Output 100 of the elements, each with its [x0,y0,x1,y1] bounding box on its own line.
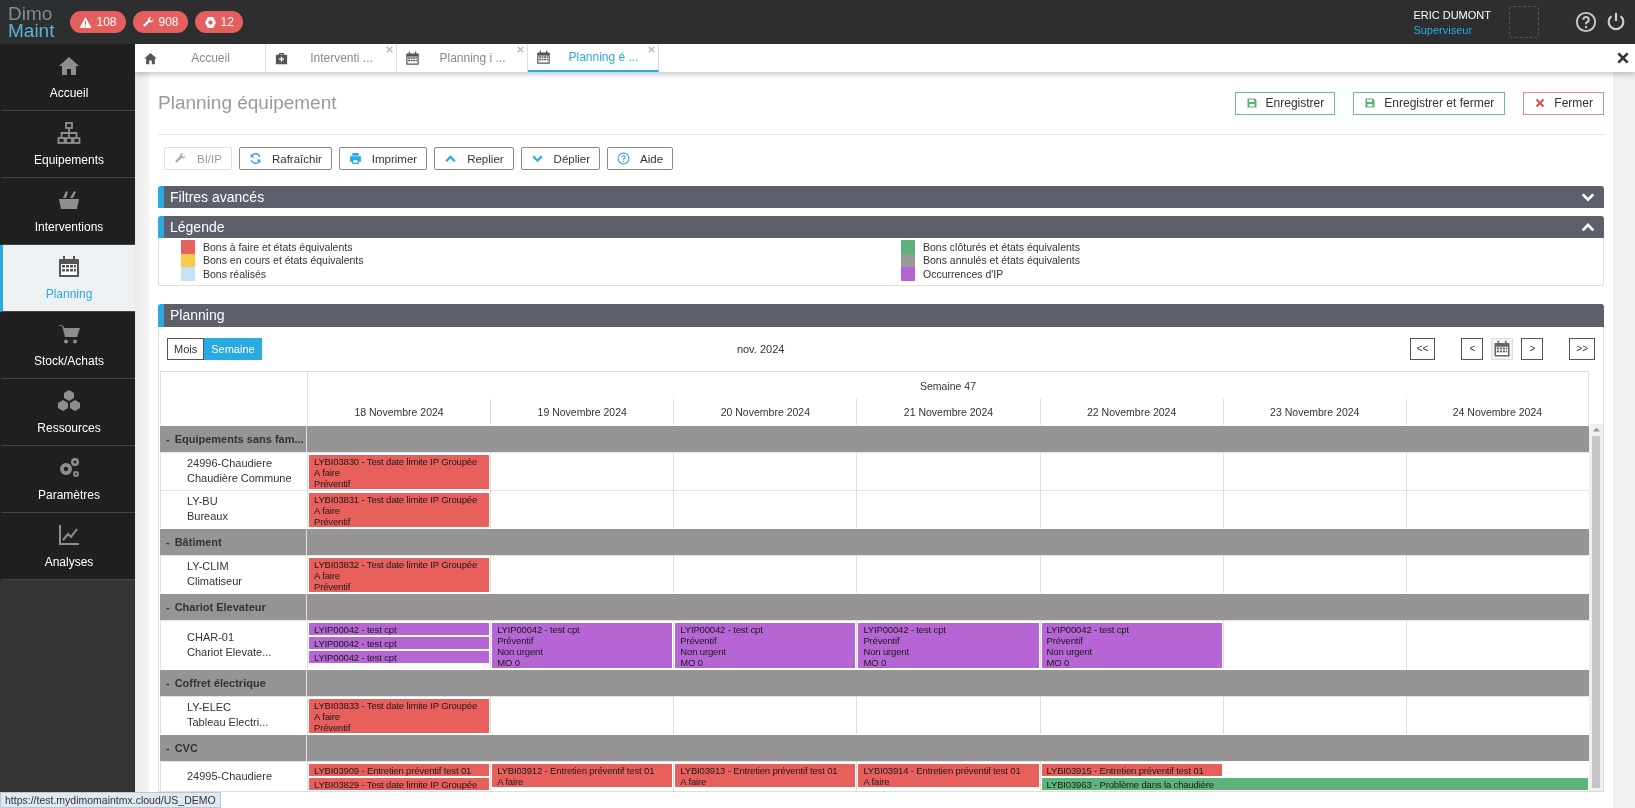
save-button[interactable]: Enregistrer et fermer [1353,91,1506,115]
tab[interactable]: Interventi ... [266,44,397,72]
planning-event[interactable]: LYIP00042 - test cpt [309,622,490,635]
sidebar-item[interactable]: Paramètres [0,446,135,513]
toolbar-button[interactable]: Imprimer [338,147,428,170]
scrollbar[interactable] [1589,423,1603,791]
nav-button[interactable]: >> [1569,337,1595,360]
nav-button[interactable]: < [1461,337,1484,360]
grid-cell[interactable] [856,489,1040,528]
toolbar-button[interactable]: Aide [607,147,674,170]
sidebar-item[interactable]: Ressources [0,379,135,446]
sidebar-item[interactable]: Analyses [0,513,135,580]
day-header: 22 Novembre 2024 [1039,398,1223,425]
group-name: Coffret électrique [174,676,266,689]
scroll-up-icon[interactable] [1592,426,1600,432]
collapse-toggle[interactable]: - [166,741,170,754]
planning-event[interactable]: LYBI03915 - Entretien préventif test 01 [1041,763,1222,776]
collapse-toggle[interactable]: - [166,676,170,689]
sidebar-item[interactable]: Stock/Achats [0,312,135,379]
group-row[interactable]: - Bâtiment [160,527,1589,555]
collapse-toggle[interactable]: - [166,432,170,445]
group-row[interactable]: - Chariot Elevateur [160,592,1589,620]
grid-cell[interactable] [856,451,1040,490]
grid-cell[interactable] [490,489,674,528]
sidebar-item[interactable]: Accueil [0,44,135,111]
page-title: Planning équipement [158,92,338,114]
notification-badge[interactable]: 108 [70,11,126,33]
group-row[interactable]: - Coffret électrique [160,668,1589,696]
grid-cell[interactable] [1222,619,1406,669]
grid-cell[interactable] [1039,451,1223,490]
grid-cell[interactable] [1222,695,1406,734]
panel-header[interactable]: Filtres avancés [158,186,1604,208]
close-button[interactable]: Fermer [1523,91,1604,115]
grid-cell[interactable]: LYBI03909 - Entretien préventif test 01 LYBI03829 - Test date limite IP Groupée [307,760,491,791]
avatar-placeholder[interactable] [1509,6,1539,38]
nav-button[interactable]: << [1409,337,1436,360]
logo[interactable]: Dimo Maint [8,5,55,39]
equipment-code: LY-BU [187,494,219,509]
calendar-button[interactable] [1491,337,1514,360]
grid-cell[interactable]: LYIP00042 - test cpt LYIP00042 - test cpt LYIP00042 - test cpt [307,619,491,669]
tab[interactable]: Planning i ... [397,44,528,72]
grid-cell[interactable] [490,695,674,734]
grid-cell[interactable] [1222,489,1406,528]
user-role[interactable]: Superviseur [1413,23,1491,36]
panel-header[interactable]: Légende [158,216,1604,238]
grid-cell[interactable] [673,451,857,490]
equipment-code: CHAR-01 [187,629,236,645]
group-row[interactable]: - CVC [160,733,1589,761]
notification-badge[interactable]: 12 [194,11,243,33]
equipment-name: Tableau Electri... [187,715,270,730]
day-header: 21 Novembre 2024 [856,398,1040,425]
grid-cell[interactable] [673,695,857,734]
collapse-toggle[interactable]: - [166,600,170,613]
view-toggle[interactable]: Mois [167,337,205,360]
group-name: Bâtiment [174,535,222,548]
toolbar-button[interactable]: Replier [434,147,514,170]
collapse-toggle[interactable]: - [166,535,170,548]
notification-badge[interactable]: 908 [132,11,188,33]
grid-cell[interactable] [1405,554,1589,593]
help-icon[interactable] [1575,11,1597,33]
grid-cell[interactable] [1222,451,1406,490]
group-row[interactable]: - Equipements sans fam... [160,424,1589,452]
grid-cell[interactable] [673,489,857,528]
grid-cell[interactable] [1405,451,1589,490]
close-icon[interactable] [1615,50,1631,66]
planning-event[interactable]: LYBI03829 - Test date limite IP Groupée [309,777,490,790]
calendar-icon [1493,339,1512,358]
grid-cell[interactable] [856,695,1040,734]
save-button[interactable]: Enregistrer [1234,91,1336,115]
chevron-up-icon [444,152,458,165]
printer-icon [348,152,362,165]
cubes-icon [57,389,81,413]
power-icon[interactable] [1605,11,1627,33]
grid-cell[interactable] [1405,489,1589,528]
planning-event[interactable]: LYIP00042 - test cpt [309,636,490,649]
nav-button[interactable]: > [1521,337,1544,360]
planning-event[interactable]: LYBI03909 - Entretien préventif test 01 [309,763,490,776]
planning-event[interactable]: LYBI03963 - Problème dans la chaudière [1041,777,1588,790]
sidebar-item[interactable]: Equipements [0,111,135,178]
panel-header: Planning [158,303,1604,327]
page-scrollbar[interactable] [1613,72,1635,808]
toolbox-icon [57,188,81,212]
grid-cell[interactable] [1039,489,1223,528]
grid-cell[interactable] [1039,695,1223,734]
grid-cell[interactable] [856,554,1040,593]
user-name: ERIC DUMONT [1413,8,1491,21]
grid-cell[interactable] [490,451,674,490]
grid-cell[interactable] [1405,695,1589,734]
toolbar-button[interactable]: Rafraîchir [238,147,332,170]
grid-cell[interactable] [490,554,674,593]
equipment-code: 24996-Chaudiere [187,456,273,471]
tab[interactable]: Planning é ... [528,44,659,72]
sidebar-item[interactable]: Interventions [0,178,135,245]
day-header: 18 Novembre 2024 [307,398,491,425]
grid-cell[interactable] [1039,554,1223,593]
grid-cell[interactable] [1222,554,1406,593]
toolbar-button[interactable]: Déplier [520,147,601,170]
planning-event[interactable]: LYIP00042 - test cpt [309,650,490,663]
grid-cell[interactable] [1405,619,1589,669]
grid-cell[interactable] [673,554,857,593]
